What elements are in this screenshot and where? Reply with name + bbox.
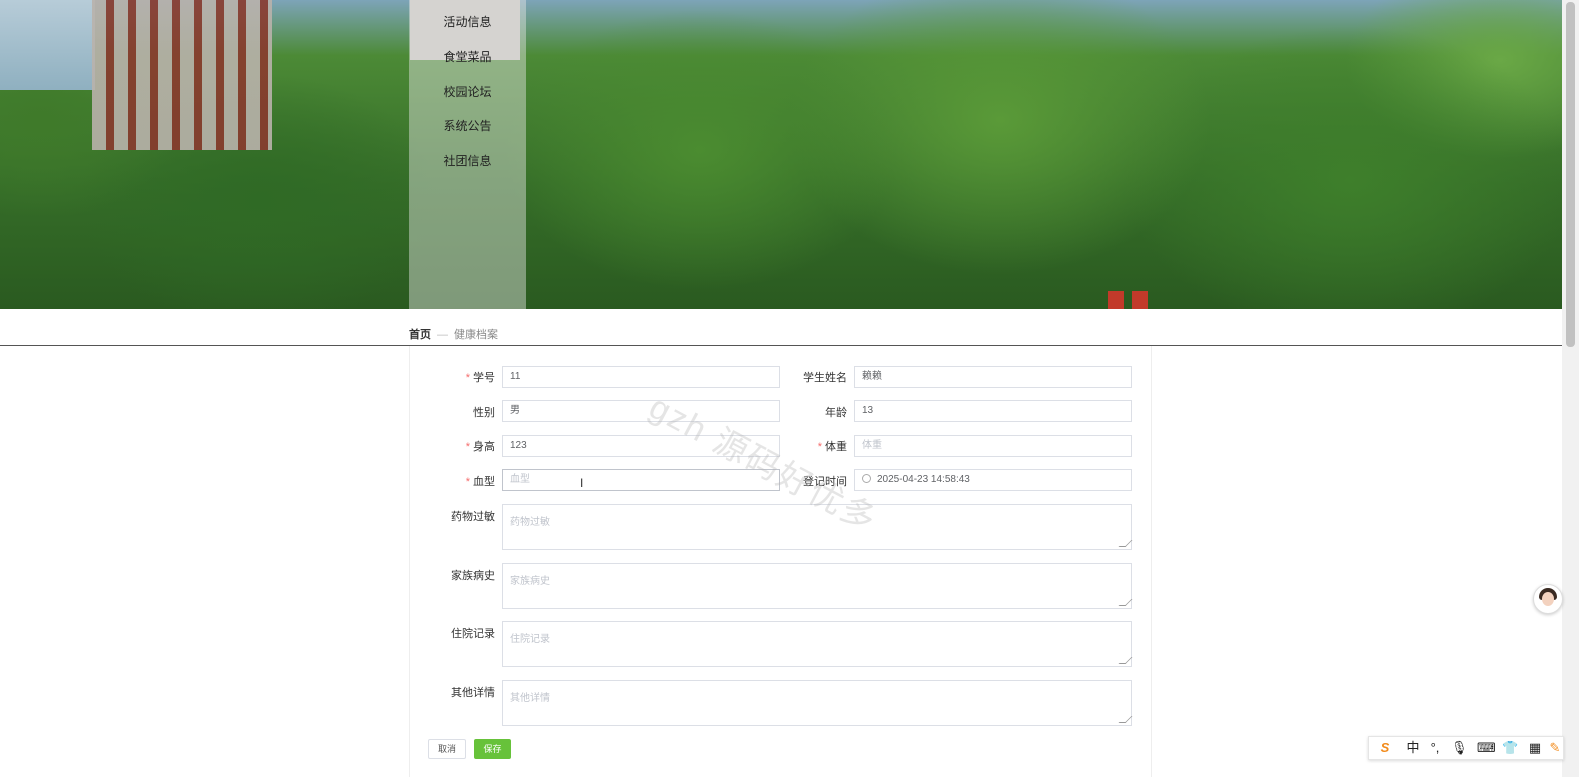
nav-item-campus-forum[interactable]: 校园论坛 bbox=[409, 83, 526, 100]
flag bbox=[1132, 291, 1148, 309]
breadcrumb-home[interactable]: 首页 bbox=[409, 329, 431, 341]
resize-handle-icon[interactable] bbox=[1118, 540, 1133, 547]
side-nav: 活动信息 食堂菜品 校园论坛 系统公告 社团信息 bbox=[409, 0, 526, 309]
student-id-label: * 学号 bbox=[465, 372, 495, 384]
scrollbar-thumb[interactable] bbox=[1566, 2, 1575, 347]
gender-label: 性别 bbox=[473, 407, 495, 419]
breadcrumb-current: 健康档案 bbox=[454, 329, 498, 341]
other-details-textarea[interactable]: 其他详情 bbox=[502, 680, 1133, 726]
hospital-record-label: 住院记录 bbox=[451, 628, 495, 640]
blood-type-label: * 血型 bbox=[465, 476, 495, 488]
student-name-label: 学生姓名 bbox=[803, 372, 847, 384]
student-id-input[interactable]: 11 bbox=[502, 366, 780, 388]
resize-handle-icon[interactable] bbox=[1118, 657, 1133, 664]
vertical-scrollbar[interactable] bbox=[1562, 0, 1579, 777]
text-cursor-icon: I bbox=[580, 476, 584, 490]
resize-handle-icon[interactable] bbox=[1118, 599, 1133, 606]
other-details-label: 其他详情 bbox=[451, 687, 495, 699]
ime-toolbar: S 中 °, 🎙 ⌨ 👕 ▦ ✎ bbox=[1368, 736, 1564, 760]
punctuation-icon[interactable]: °, bbox=[1427, 740, 1443, 756]
flag bbox=[1108, 291, 1124, 309]
family-history-textarea[interactable]: 家族病史 bbox=[502, 563, 1133, 609]
ime-mode-toggle[interactable]: 中 bbox=[1405, 740, 1421, 756]
keyboard-icon[interactable]: ⌨ bbox=[1477, 740, 1496, 756]
age-label: 年龄 bbox=[825, 407, 847, 419]
sogou-logo-icon[interactable]: S bbox=[1377, 740, 1393, 756]
clock-icon bbox=[862, 474, 871, 483]
skin-icon[interactable]: 👕 bbox=[1502, 740, 1518, 756]
ime-extra-icon[interactable]: ✎ bbox=[1547, 740, 1563, 756]
grid-icon[interactable]: ▦ bbox=[1527, 740, 1543, 756]
building bbox=[92, 0, 272, 150]
avatar-face bbox=[1542, 592, 1554, 606]
banner-image bbox=[0, 0, 1562, 309]
customer-service-avatar[interactable] bbox=[1533, 584, 1563, 614]
nav-item-activities[interactable]: 活动信息 bbox=[409, 13, 526, 30]
resize-handle-icon[interactable] bbox=[1118, 716, 1133, 723]
drug-allergy-label: 药物过敏 bbox=[451, 511, 495, 523]
breadcrumb: 首页 — 健康档案 bbox=[409, 326, 498, 342]
register-time-input[interactable]: 2025-04-23 14:58:43 bbox=[854, 469, 1132, 491]
save-button[interactable]: 保存 bbox=[474, 739, 511, 759]
hospital-record-textarea[interactable]: 住院记录 bbox=[502, 621, 1133, 667]
nav-item-clubs[interactable]: 社团信息 bbox=[409, 152, 526, 169]
weight-input[interactable]: 体重 bbox=[854, 435, 1132, 457]
family-history-label: 家族病史 bbox=[451, 570, 495, 582]
cancel-button[interactable]: 取消 bbox=[428, 739, 466, 759]
breadcrumb-separator: — bbox=[437, 329, 448, 341]
age-input[interactable]: 13 bbox=[854, 400, 1132, 422]
student-name-input[interactable]: 赖赖 bbox=[854, 366, 1132, 388]
nav-item-system-notice[interactable]: 系统公告 bbox=[409, 117, 526, 134]
sky bbox=[0, 0, 95, 90]
height-label: * 身高 bbox=[465, 441, 495, 453]
nav-item-canteen-dishes[interactable]: 食堂菜品 bbox=[409, 48, 526, 65]
microphone-icon[interactable]: 🎙 bbox=[1451, 740, 1468, 756]
